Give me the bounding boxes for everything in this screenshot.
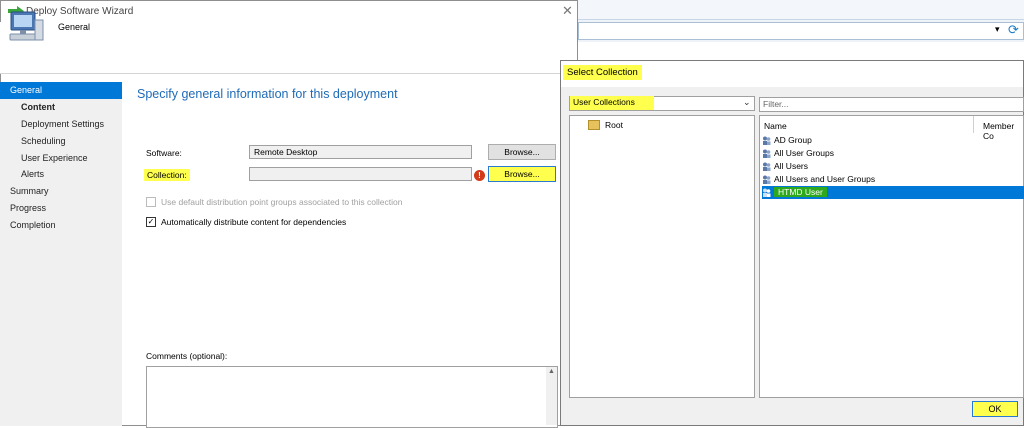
filter-input[interactable]: Filter... [759,97,1024,112]
comments-textarea[interactable] [146,366,558,428]
background-address-combo[interactable] [578,22,1024,40]
comments-scrollbar[interactable] [546,367,557,425]
user-collection-icon [763,188,771,198]
page-title: Specify general information for this dep… [137,87,398,101]
list-item-name: All Users and User Groups [774,174,876,184]
nav-item-content[interactable]: Content [0,99,122,116]
column-header-member-count[interactable]: Member Co [983,121,1024,141]
nav-item-progress[interactable]: Progress [0,200,122,217]
list-item[interactable]: All User Groups [762,147,834,160]
software-browse-button[interactable]: Browse... [488,144,556,160]
list-item-name: AD Group [774,135,812,145]
user-collection-icon [763,136,771,146]
list-item[interactable]: All Users and User Groups [762,173,875,186]
auto-distribute-checkbox[interactable]: ✓ [146,217,156,227]
error-icon: ! [474,170,485,181]
list-item-name: All User Groups [774,148,834,158]
collection-field[interactable] [249,167,472,181]
list-item[interactable]: AD Group [762,134,812,147]
software-label: Software: [146,148,182,158]
use-default-dp-checkbox[interactable] [146,197,156,207]
column-header-name[interactable]: Name [764,121,787,131]
tree-item-root[interactable]: Root [605,120,623,130]
close-icon[interactable]: ✕ [562,3,573,19]
comments-label: Comments (optional): [146,351,228,361]
list-item-selected[interactable]: HTMD User [762,186,827,199]
nav-item-summary[interactable]: Summary [0,183,122,200]
chevron-down-icon[interactable]: ⌄ [743,97,751,108]
nav-item-completion[interactable]: Completion [0,217,122,234]
refresh-icon[interactable]: ⟳ [1008,22,1019,38]
list-item-name: All Users [774,161,809,171]
collection-tree[interactable] [569,115,755,398]
auto-distribute-label: Automatically distribute content for dep… [161,217,347,227]
nav-item-general[interactable]: General [0,82,122,99]
software-field[interactable]: Remote Desktop [249,145,472,159]
nav-item-deployment-settings[interactable]: Deployment Settings [0,116,122,133]
use-default-dp-label: Use default distribution point groups as… [161,197,403,207]
ok-button[interactable]: OK [972,401,1018,417]
collection-browse-button[interactable]: Browse... [488,166,556,182]
folder-icon [588,120,600,130]
background-toolbar [578,0,1024,20]
dialog-title: Select Collection [563,65,642,80]
collection-label: Collection: [144,169,190,181]
list-item-name: HTMD User [774,187,827,197]
collection-type-value: User Collections [570,96,654,110]
nav-item-scheduling[interactable]: Scheduling [0,133,122,150]
list-item[interactable]: All Users [762,160,808,173]
computer-icon [9,11,44,41]
nav-item-alerts[interactable]: Alerts [0,166,122,183]
chevron-down-icon[interactable]: ▾ [995,24,1000,35]
user-collection-icon [763,175,771,185]
header-title: General [58,22,91,32]
column-divider[interactable] [973,116,974,133]
scroll-up-icon[interactable]: ▲ [546,368,557,375]
nav-item-user-experience[interactable]: User Experience [0,150,122,167]
user-collection-icon [763,149,771,159]
user-collection-icon [763,162,771,172]
